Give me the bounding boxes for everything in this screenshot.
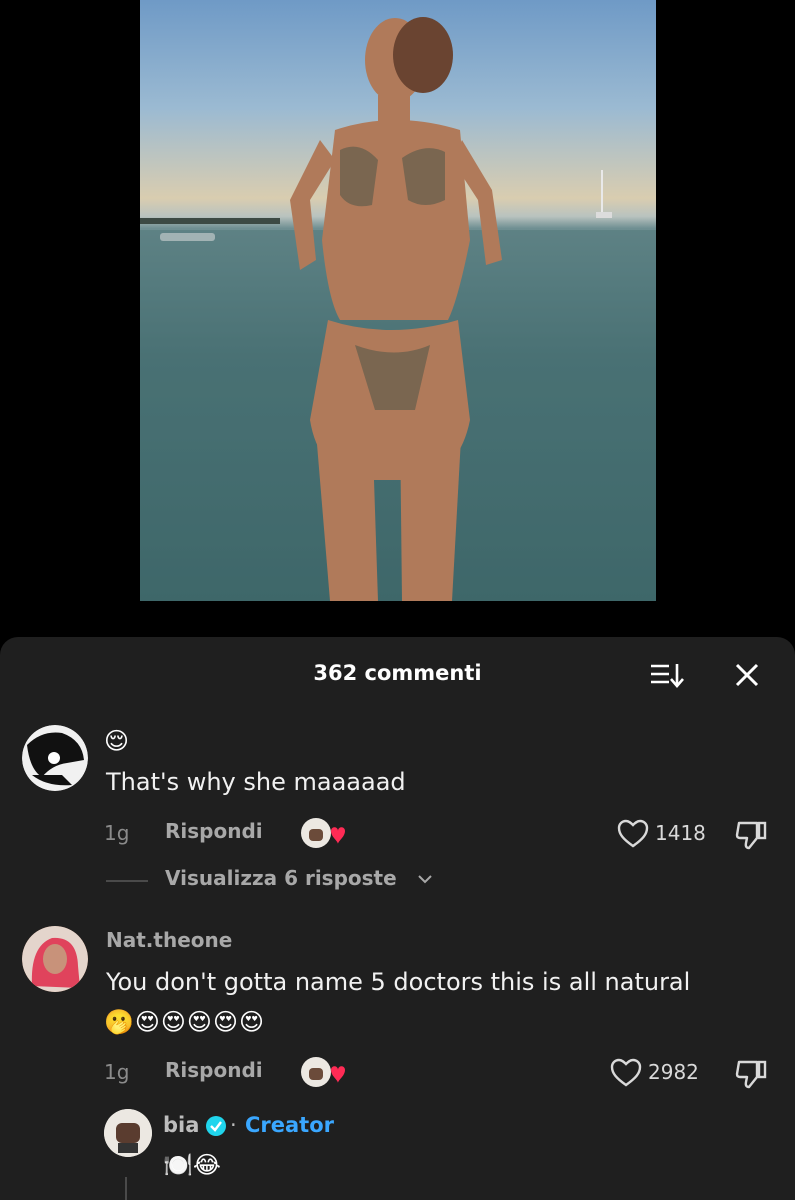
comments-header: 362 commenti	[0, 637, 795, 711]
view-replies-label: Visualizza 6 risposte	[165, 866, 397, 890]
view-replies-button[interactable]: Visualizza 6 risposte	[106, 866, 506, 894]
comment-time: 1g	[104, 1060, 130, 1084]
avatar-image	[22, 926, 88, 992]
close-icon[interactable]	[733, 661, 761, 689]
video-frame[interactable]	[140, 0, 656, 601]
sort-icon[interactable]	[649, 661, 685, 689]
avatar[interactable]	[104, 1109, 152, 1157]
creator-liked-icon	[301, 818, 345, 848]
like-count: 2982	[648, 1060, 699, 1084]
comment-text: That's why she maaaaad	[106, 768, 406, 796]
separator-dot: ·	[230, 1113, 237, 1137]
comment-emoji: 🫢😍😍😍😍😍	[104, 1008, 265, 1036]
dislike-icon[interactable]	[735, 1058, 767, 1090]
dislike-icon[interactable]	[735, 819, 767, 851]
reply-button[interactable]: Rispondi	[165, 819, 263, 843]
like-button[interactable]: 1418	[617, 819, 717, 849]
avatar-image	[104, 1109, 152, 1157]
heart-icon[interactable]	[617, 819, 649, 849]
comment-username[interactable]: Nat.theone	[106, 928, 232, 952]
comment-time: 1g	[104, 821, 130, 845]
avatar[interactable]	[22, 926, 88, 992]
avatar-image	[22, 725, 88, 791]
heart-icon[interactable]	[610, 1058, 642, 1088]
creator-reply: bia · Creator 🍽️😂	[0, 1107, 795, 1200]
comment-item: Nat.theone You don't gotta name 5 doctor…	[0, 920, 795, 1090]
reply-username[interactable]: bia	[163, 1113, 199, 1137]
comments-sheet: 362 commenti 😌 That's why she maaaaad 1g…	[0, 637, 795, 1200]
like-button[interactable]: 2982	[610, 1058, 710, 1088]
chevron-down-icon	[418, 875, 432, 884]
reply-button[interactable]: Rispondi	[165, 1058, 263, 1082]
avatar[interactable]	[22, 725, 88, 791]
creator-badge: Creator	[245, 1113, 335, 1137]
video-player[interactable]	[0, 0, 795, 640]
reply-thread-line	[125, 1177, 127, 1200]
like-count: 1418	[655, 821, 706, 845]
reply-text: 🍽️😂	[163, 1151, 221, 1179]
verified-badge-icon	[206, 1116, 226, 1136]
comment-text: You don't gotta name 5 doctors this is a…	[106, 968, 691, 996]
comment-item: 😌 That's why she maaaaad 1g Rispondi 141…	[0, 719, 795, 899]
replies-divider	[106, 880, 148, 882]
comment-emoji: 😌	[104, 727, 131, 755]
creator-liked-icon	[301, 1057, 345, 1087]
video-thumbnail-illustration	[140, 17, 656, 601]
